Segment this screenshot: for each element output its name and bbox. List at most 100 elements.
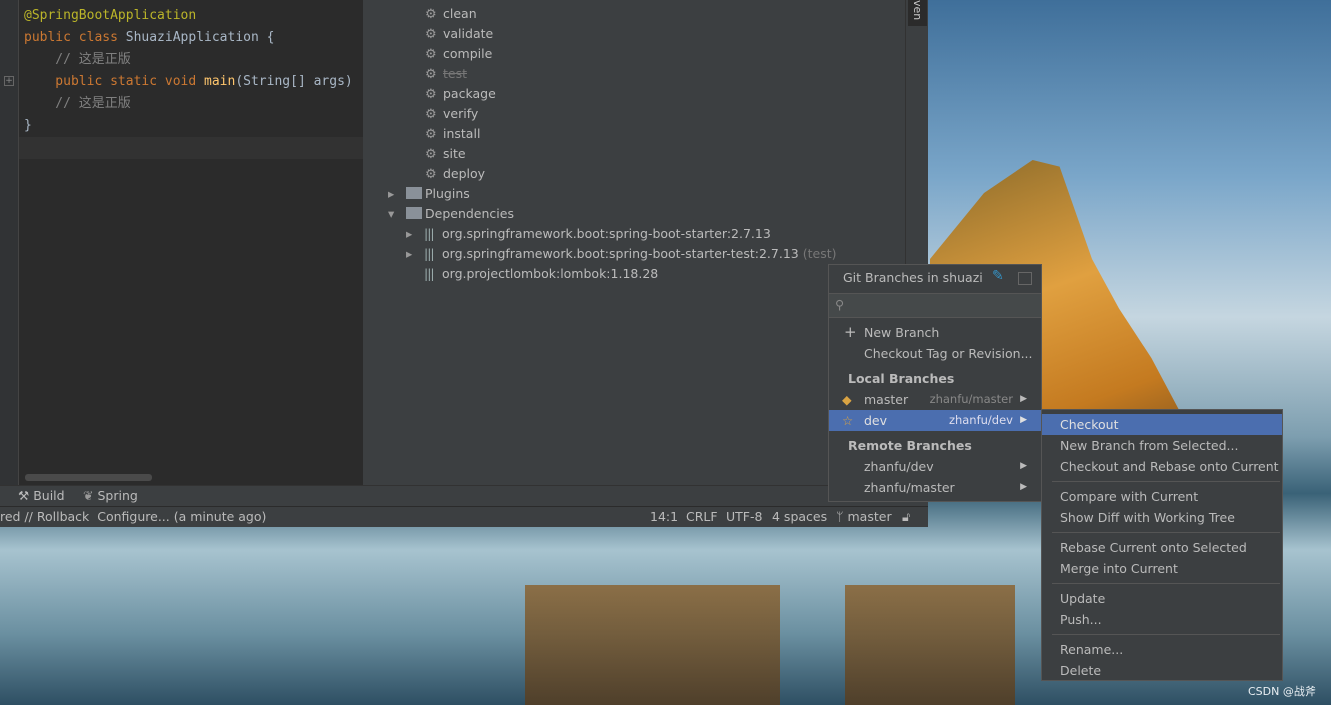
lifecycle-install[interactable]: ⚙ install: [425, 124, 480, 144]
menu-item-label: Update: [1060, 591, 1106, 606]
menu-item-delete[interactable]: Delete: [1042, 660, 1282, 681]
indent-setting[interactable]: 4 spaces: [772, 507, 827, 527]
editor-gutter: +: [0, 0, 19, 485]
code-line: // 这是正版: [24, 49, 131, 71]
code-token: main: [204, 74, 236, 89]
dependency-scope: (test): [802, 246, 837, 261]
code-token: }: [24, 118, 32, 133]
lifecycle-clean[interactable]: ⚙ clean: [425, 4, 477, 24]
chevron-right-icon[interactable]: ▸: [406, 244, 424, 264]
fold-icon[interactable]: +: [4, 76, 14, 86]
menu-item-label: Delete: [1060, 663, 1102, 678]
file-encoding[interactable]: UTF-8: [726, 507, 762, 527]
leaf-icon: ❦: [83, 488, 94, 503]
dependency-item[interactable]: ||| org.projectlombok:lombok:1.18.28: [406, 264, 658, 284]
lifecycle-label: package: [443, 86, 496, 101]
hammer-icon: ⚒: [18, 488, 30, 503]
submenu-arrow-icon: ▶: [1020, 482, 1027, 492]
menu-item-compare-with-current[interactable]: Compare with Current: [1042, 486, 1282, 507]
lifecycle-validate[interactable]: ⚙ validate: [425, 24, 493, 44]
branch-search-input[interactable]: ⚲: [829, 293, 1041, 318]
chevron-right-icon[interactable]: ▸: [406, 224, 424, 244]
tree-dependencies[interactable]: ▾ Dependencies: [388, 204, 514, 224]
code-editor[interactable]: @SpringBootApplication public class Shuaz…: [19, 0, 363, 485]
gear-icon: ⚙: [425, 7, 437, 22]
wallpaper-reflection: [525, 585, 780, 705]
lifecycle-compile[interactable]: ⚙ compile: [425, 44, 492, 64]
menu-item-label: New Branch from Selected...: [1060, 438, 1239, 453]
local-branch-dev[interactable]: ☆ dev zhanfu/dev ▶: [829, 410, 1041, 431]
submenu-arrow-icon: ▶: [1020, 394, 1027, 404]
lock-icon[interactable]: 🔓︎: [902, 507, 910, 527]
library-icon: |||: [424, 226, 435, 241]
build-tab[interactable]: ⚒ Build: [18, 488, 65, 503]
lifecycle-site[interactable]: ⚙ site: [425, 144, 466, 164]
menu-item-rebase-current-onto-selected[interactable]: Rebase Current onto Selected: [1042, 537, 1282, 558]
gear-icon: ⚙: [425, 127, 437, 142]
lifecycle-label: deploy: [443, 166, 486, 181]
edit-icon[interactable]: ✎: [992, 268, 1004, 284]
folder-icon: [406, 187, 422, 199]
git-branch-widget[interactable]: ᛘ master: [836, 507, 892, 527]
branch-name: master: [847, 509, 892, 524]
lifecycle-test[interactable]: ⚙ test: [425, 64, 467, 84]
branch-icon: ᛘ: [836, 509, 844, 524]
menu-item-label: Compare with Current: [1060, 489, 1199, 504]
menu-item-update[interactable]: Update: [1042, 588, 1282, 609]
menu-item-checkout[interactable]: Checkout: [1042, 414, 1282, 435]
checkout-tag-item[interactable]: Checkout Tag or Revision...: [829, 343, 1041, 364]
gear-icon: ⚙: [425, 87, 437, 102]
local-branch-master[interactable]: ◆ master zhanfu/master ▶: [829, 389, 1041, 410]
watermark: CSDN @战斧: [1248, 685, 1316, 698]
code-token: (String[] args): [235, 74, 353, 89]
popup-title: Git Branches in shuazi: [843, 270, 983, 285]
maven-panel: ⚙ clean ⚙ validate ⚙ compile ⚙ test ⚙ package ⚙ ver…: [363, 0, 905, 485]
tree-label: Plugins: [425, 186, 470, 201]
tool-window-bar: ⚒ Build ❦ Spring: [0, 485, 928, 506]
spring-label: Spring: [97, 488, 138, 503]
chevron-right-icon[interactable]: ▸: [388, 184, 406, 204]
dependency-item[interactable]: ▸ ||| org.springframework.boot:spring-boot…: [406, 244, 837, 264]
status-bar: red // Rollback Configure... (a minute a…: [0, 506, 928, 527]
section-header: Local Branches: [848, 371, 955, 386]
code-line: }: [24, 115, 32, 137]
new-branch-item[interactable]: + New Branch: [829, 322, 1041, 343]
lifecycle-deploy[interactable]: ⚙ deploy: [425, 164, 485, 184]
menu-item-label: Rebase Current onto Selected: [1060, 540, 1247, 555]
menu-item-show-diff-with-working-tree[interactable]: Show Diff with Working Tree: [1042, 507, 1282, 528]
spring-tab[interactable]: ❦ Spring: [83, 488, 138, 503]
code-line: @SpringBootApplication: [24, 5, 196, 27]
dependency-item[interactable]: ▸ ||| org.springframework.boot:spring-boot…: [406, 224, 771, 244]
code-token: @SpringBootApplication: [24, 8, 197, 23]
lifecycle-verify[interactable]: ⚙ verify: [425, 104, 478, 124]
gear-icon: ⚙: [425, 107, 437, 122]
code-token: // 这是正版: [24, 52, 131, 67]
dependency-label: org.springframework.boot:spring-boot-sta…: [442, 246, 799, 261]
lifecycle-package[interactable]: ⚙ package: [425, 84, 496, 104]
caret-position[interactable]: 14:1: [650, 507, 678, 527]
plus-icon: +: [844, 323, 857, 341]
menu-item-checkout-and-rebase-onto-current[interactable]: Checkout and Rebase onto Current: [1042, 456, 1282, 477]
gear-icon: ⚙: [425, 27, 437, 42]
menu-item-merge-into-current[interactable]: Merge into Current: [1042, 558, 1282, 579]
code-line: public class ShuaziApplication {: [24, 27, 274, 49]
wallpaper-reflection: [845, 585, 1015, 705]
menu-separator: [1052, 583, 1280, 584]
menu-item-rename[interactable]: Rename...: [1042, 639, 1282, 660]
ide-window: + @SpringBootApplication public class Shu…: [0, 0, 928, 527]
maven-side-tab[interactable]: ven: [908, 0, 927, 26]
remote-branch-item[interactable]: zhanfu/dev ▶: [829, 456, 1041, 477]
line-separator[interactable]: CRLF: [686, 507, 718, 527]
menu-item-new-branch-from-selected[interactable]: New Branch from Selected...: [1042, 435, 1282, 456]
gear-icon: ⚙: [425, 67, 437, 82]
expand-icon[interactable]: [1018, 272, 1032, 285]
status-message[interactable]: red // Rollback Configure... (a minute a…: [0, 507, 266, 527]
branch-name: zhanfu/master: [864, 480, 955, 495]
horizontal-scrollbar[interactable]: [25, 474, 152, 481]
tree-plugins[interactable]: ▸ Plugins: [388, 184, 470, 204]
chevron-down-icon[interactable]: ▾: [388, 204, 406, 224]
remote-branch-item[interactable]: zhanfu/master ▶: [829, 477, 1041, 498]
menu-item-push[interactable]: Push...: [1042, 609, 1282, 630]
build-label: Build: [33, 488, 65, 503]
code-line: // 这是正版: [24, 93, 131, 115]
